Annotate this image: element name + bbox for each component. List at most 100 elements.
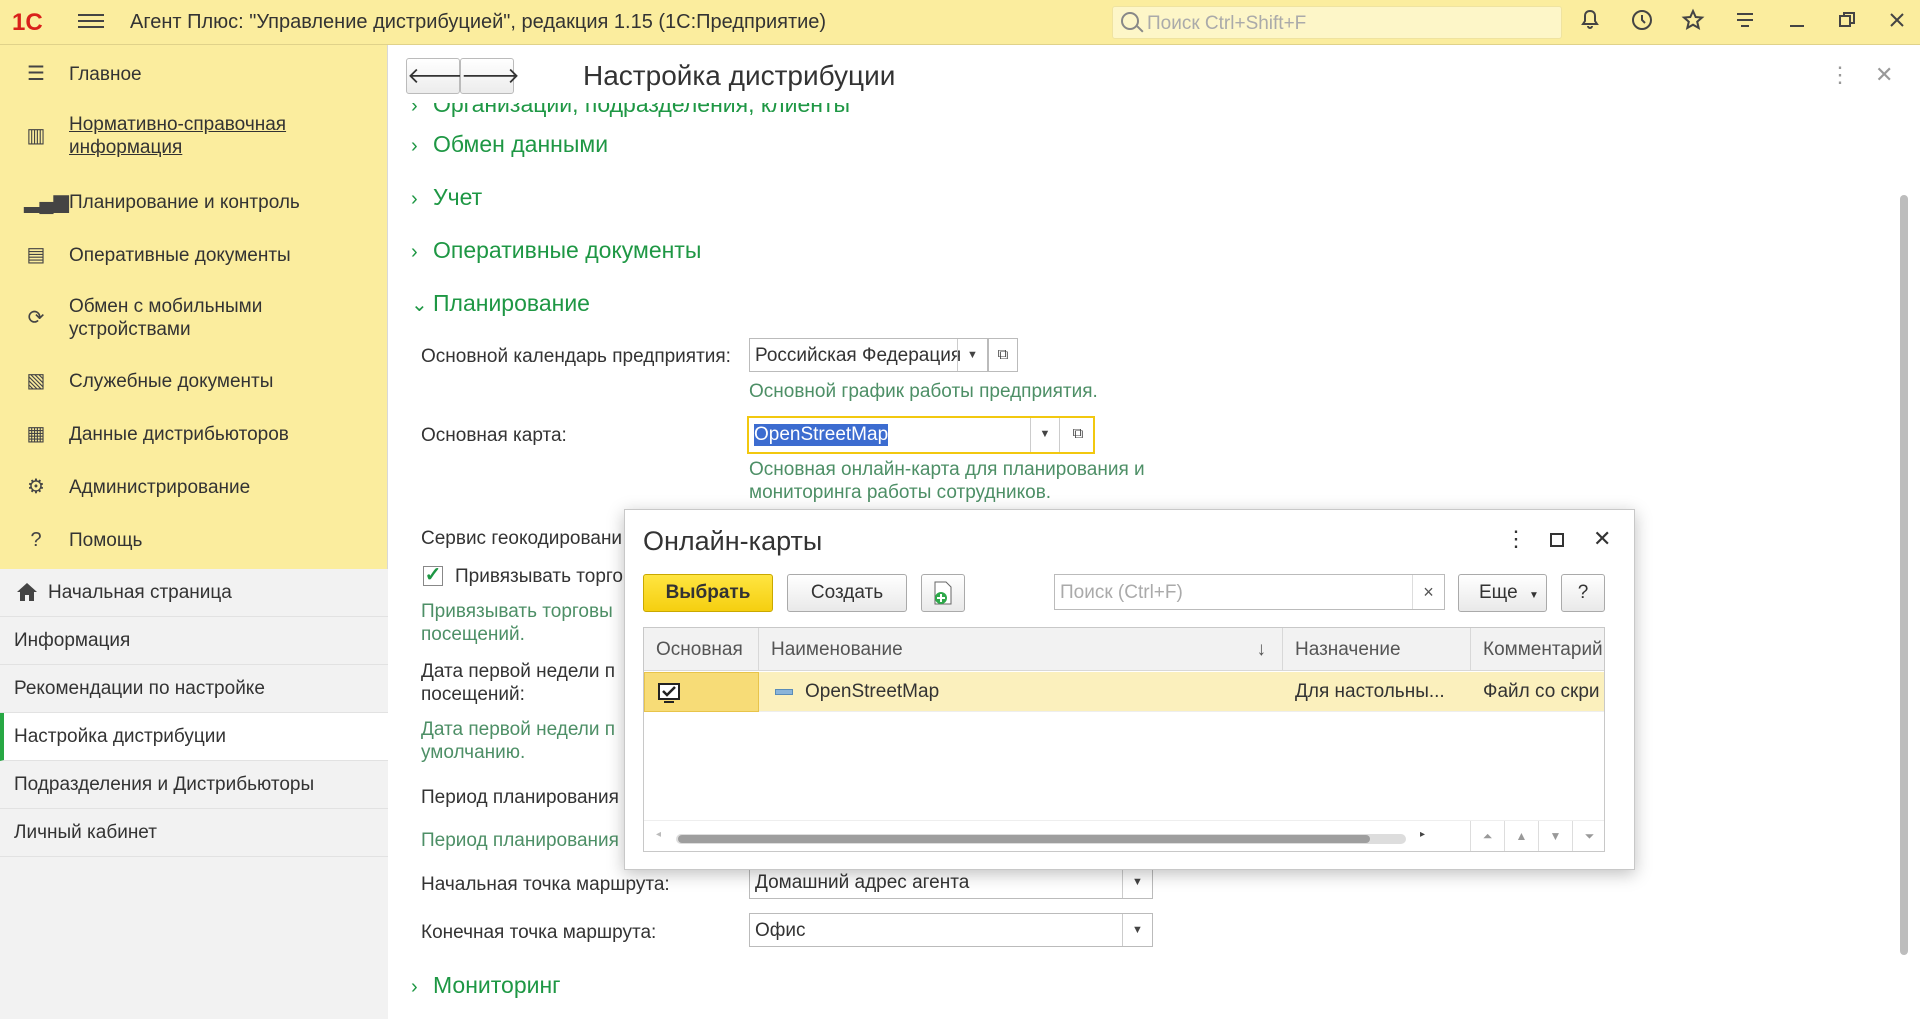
main-flag-cell[interactable] bbox=[644, 672, 759, 712]
chevron-down-icon: ⌄ bbox=[411, 294, 428, 316]
column-header-purpose[interactable]: Назначение bbox=[1283, 628, 1471, 671]
minimize-icon[interactable] bbox=[1782, 8, 1812, 38]
close-icon[interactable]: ✕ bbox=[1875, 62, 1893, 88]
documents-icon: ▤ bbox=[26, 244, 46, 266]
start-point-label: Начальная точка маршрута: bbox=[421, 874, 670, 895]
section-organizations[interactable]: › Организации, подразделения, клиенты bbox=[411, 103, 850, 118]
dropdown-arrow-icon[interactable]: ▼ bbox=[957, 339, 987, 371]
map-label: Основная карта: bbox=[421, 425, 567, 446]
star-icon[interactable] bbox=[1678, 8, 1708, 38]
vertical-scrollbar[interactable] bbox=[1897, 100, 1911, 1014]
history-icon[interactable] bbox=[1627, 8, 1657, 38]
sidebar-item-planning[interactable]: ▂▄▆ Планирование и контроль bbox=[0, 187, 388, 217]
settings-menu-icon[interactable] bbox=[1730, 8, 1760, 38]
section-accounting[interactable]: › Учет bbox=[411, 184, 482, 211]
dropdown-arrow-icon[interactable]: ▼ bbox=[1122, 866, 1152, 898]
first-week-label-line1: Дата первой недели п bbox=[421, 661, 616, 682]
sidebar-item-main[interactable]: ☰ Главное bbox=[0, 59, 388, 89]
move-last-icon[interactable]: ⏷ bbox=[1572, 821, 1604, 851]
sidebar-item-help[interactable]: ? Помощь bbox=[0, 525, 388, 555]
open-page-account[interactable]: Личный кабинет bbox=[0, 809, 388, 857]
more-button[interactable]: Еще ▼ bbox=[1458, 574, 1547, 612]
books-icon: ▥ bbox=[26, 125, 46, 147]
chevron-right-icon: › bbox=[411, 188, 418, 210]
comment-cell[interactable]: Файл со скри bbox=[1471, 672, 1604, 712]
sidebar-item-label: Данные дистрибьюторов bbox=[69, 423, 289, 445]
sidebar-item-mobile-exchange[interactable]: ⟳ Обмен с мобильными устройствами bbox=[0, 293, 388, 343]
copy-create-button[interactable] bbox=[921, 574, 965, 612]
section-planning[interactable]: ⌄ Планирование bbox=[411, 290, 590, 317]
open-page-info[interactable]: Информация bbox=[0, 617, 388, 665]
question-icon: ? bbox=[30, 529, 42, 551]
more-vertical-icon[interactable]: ⋮ bbox=[1829, 62, 1851, 88]
section-monitoring[interactable]: › Мониторинг bbox=[411, 972, 561, 999]
section-operational[interactable]: › Оперативные документы bbox=[411, 237, 701, 264]
table-row[interactable]: OpenStreetMap Для настольны... Файл со с… bbox=[644, 672, 1604, 712]
scrollbar-thumb[interactable] bbox=[1900, 195, 1908, 955]
end-point-field[interactable]: Офис ▼ bbox=[749, 913, 1153, 947]
start-point-field[interactable]: Домашний адрес агента ▼ bbox=[749, 865, 1153, 899]
add-document-icon bbox=[934, 581, 952, 605]
scrollbar-thumb[interactable] bbox=[678, 835, 1370, 843]
bell-icon[interactable] bbox=[1575, 8, 1605, 38]
open-map-icon[interactable]: ⧉ bbox=[1063, 418, 1093, 452]
map-field[interactable]: OpenStreetMap ▼ ⧉ bbox=[747, 416, 1095, 454]
purpose-cell[interactable]: Для настольны... bbox=[1283, 672, 1471, 712]
column-header-name[interactable]: Наименование ↓ bbox=[759, 628, 1283, 671]
bind-checkbox[interactable]: ✓ bbox=[423, 565, 443, 586]
chevron-right-icon: › bbox=[411, 135, 418, 157]
move-first-icon[interactable]: ⏶ bbox=[1470, 821, 1504, 851]
sidebar: ☰ Главное ▥ Нормативно-справочная информ… bbox=[0, 45, 388, 1019]
more-vertical-icon[interactable]: ⋮ bbox=[1505, 526, 1527, 552]
dialog-search-placeholder: Поиск (Ctrl+F) bbox=[1060, 582, 1183, 603]
bind-checkbox-label: Привязывать торго bbox=[455, 566, 623, 587]
move-down-icon[interactable]: ▼ bbox=[1538, 821, 1572, 851]
app-logo: 1С bbox=[12, 9, 43, 36]
scroll-right-icon[interactable]: ▸ bbox=[1420, 829, 1425, 840]
sidebar-item-reference[interactable]: ▥ Нормативно-справочная информация bbox=[0, 111, 388, 161]
open-page-label: Подразделения и Дистрибьюторы bbox=[14, 774, 315, 795]
move-up-icon[interactable]: ▲ bbox=[1504, 821, 1538, 851]
scroll-left-icon[interactable]: ◂ bbox=[656, 829, 661, 840]
sync-icon: ⟳ bbox=[27, 307, 45, 329]
horizontal-scrollbar[interactable]: ◂ ▸ ⏶ ▲ ▼ ⏷ bbox=[644, 820, 1604, 851]
sidebar-item-label: Администрирование bbox=[69, 476, 251, 498]
name-cell[interactable]: OpenStreetMap bbox=[759, 672, 1283, 712]
open-page-divisions[interactable]: Подразделения и Дистрибьюторы bbox=[0, 761, 388, 809]
open-calendar-button[interactable]: ⧉ bbox=[988, 338, 1018, 372]
map-hint: Основная онлайн-карта для планирования и… bbox=[749, 459, 1145, 503]
calendar-value: Российская Федерация bbox=[755, 345, 962, 366]
create-button[interactable]: Создать bbox=[787, 574, 907, 612]
column-header-main[interactable]: Основная bbox=[644, 628, 759, 671]
section-exchange[interactable]: › Обмен данными bbox=[411, 131, 608, 158]
sidebar-item-distributor-data[interactable]: ▦ Данные дистрибьюторов bbox=[0, 419, 388, 449]
forward-button[interactable]: 🡒 bbox=[460, 58, 520, 94]
first-week-label-line2: посещений: bbox=[421, 684, 525, 705]
global-search-input[interactable]: Поиск Ctrl+Shift+F bbox=[1112, 6, 1562, 39]
open-page-home[interactable]: Начальная страница bbox=[0, 569, 388, 617]
sidebar-item-service-docs[interactable]: ▧ Служебные документы bbox=[0, 366, 388, 396]
close-window-icon[interactable] bbox=[1882, 8, 1912, 38]
maximize-icon[interactable] bbox=[1549, 528, 1565, 554]
back-button[interactable]: 🡐 bbox=[406, 58, 466, 94]
select-button[interactable]: Выбрать bbox=[643, 574, 773, 612]
global-search-placeholder: Поиск Ctrl+Shift+F bbox=[1147, 13, 1307, 34]
sidebar-item-administration[interactable]: ⚙ Администрирование bbox=[0, 472, 388, 502]
table-header: Основная Наименование ↓ Назначение Комме… bbox=[644, 628, 1604, 671]
dropdown-arrow-icon[interactable]: ▼ bbox=[1030, 418, 1060, 452]
restore-icon[interactable] bbox=[1832, 8, 1862, 38]
open-page-recommendations[interactable]: Рекомендации по настройке bbox=[0, 665, 388, 713]
calendar-field[interactable]: Российская Федерация ▼ bbox=[749, 338, 988, 372]
close-dialog-icon[interactable]: ✕ bbox=[1593, 526, 1611, 552]
main-menu-icon[interactable] bbox=[78, 10, 104, 34]
home-icon bbox=[17, 583, 37, 601]
default-check-icon bbox=[658, 683, 680, 703]
sidebar-item-operational[interactable]: ▤ Оперативные документы bbox=[0, 240, 388, 270]
open-page-distribution-settings[interactable]: Настройка дистрибуции bbox=[0, 713, 388, 761]
help-button[interactable]: ? bbox=[1561, 574, 1605, 612]
column-header-comment[interactable]: Комментарий bbox=[1471, 628, 1604, 671]
sidebar-item-label: Оперативные документы bbox=[69, 244, 291, 266]
dialog-search-input[interactable]: Поиск (Ctrl+F) × bbox=[1054, 574, 1445, 610]
dropdown-arrow-icon[interactable]: ▼ bbox=[1122, 914, 1152, 946]
clear-search-icon[interactable]: × bbox=[1412, 575, 1444, 609]
